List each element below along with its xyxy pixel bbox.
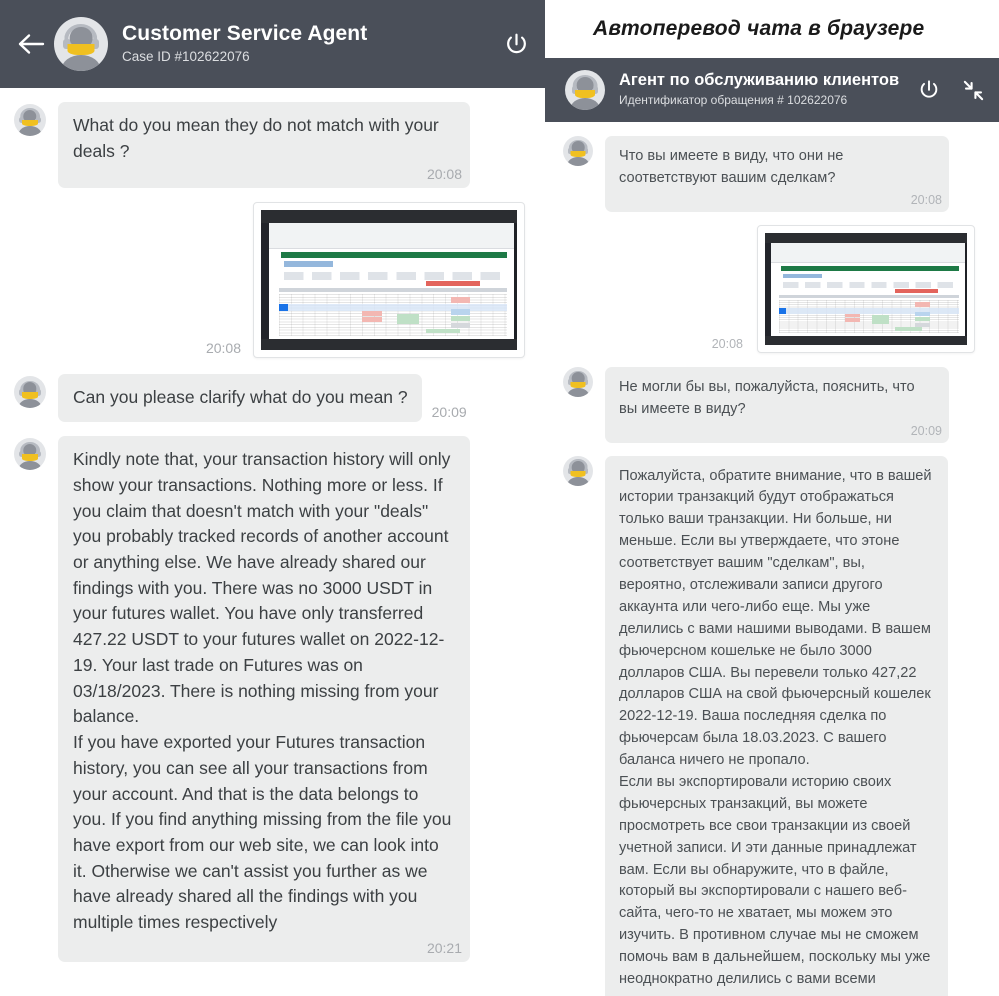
bubble-wrapper: Пожалуйста, обратите внимание, что в ваш… (605, 455, 987, 996)
avatar-body (567, 476, 589, 486)
message-row: Не могли бы вы, пожалуйста, пояснить, чт… (545, 366, 999, 443)
message-bubble: Пожалуйста, обратите внимание, что в ваш… (605, 455, 948, 996)
avatar-body (61, 54, 101, 71)
collapse-arrows-icon[interactable] (962, 79, 985, 102)
message-row: Can you please clarify what do you mean … (0, 374, 545, 423)
message-row: Пожалуйста, обратите внимание, что в ваш… (545, 455, 999, 996)
message-timestamp: 20:08 (910, 192, 942, 207)
right-header-titles: Агент по обслуживанию клиентов Идентифик… (619, 71, 899, 108)
avatar-body (18, 398, 42, 409)
right-message-list[interactable]: Что вы имеете в виду, что они не соответ… (545, 122, 999, 996)
message-bubble: Can you please clarify what do you mean … (58, 374, 422, 423)
auto-translate-banner: Автоперевод чата в браузере (545, 0, 999, 58)
case-id-label: Идентификатор обращения # 102622076 (619, 93, 848, 108)
attachment-row: 20:08 (0, 202, 545, 359)
bubble-wrapper: What do you mean they do not match with … (58, 102, 470, 189)
avatar (563, 455, 593, 486)
case-id-label: Case ID #102622076 (122, 48, 250, 64)
message-row: What do you mean they do not match with … (0, 102, 545, 189)
avatar-body (18, 460, 42, 471)
avatar-body (570, 98, 600, 110)
message-bubble: What do you mean they do not match with … (58, 102, 470, 189)
translated-chat-panel: Автоперевод чата в браузере Агент по обс… (545, 0, 999, 996)
avatar (14, 438, 46, 471)
message-timestamp: 20:09 (910, 423, 942, 438)
page-title: Customer Service Agent (122, 21, 368, 45)
avatar (14, 376, 46, 409)
power-icon[interactable] (918, 79, 940, 101)
bubble-wrapper: Kindly note that, your transaction histo… (58, 436, 470, 962)
left-message-list[interactable]: What do you mean they do not match with … (0, 88, 545, 962)
attachment-row: 20:08 (545, 224, 999, 353)
back-arrow-icon[interactable] (14, 27, 48, 61)
bubble-wrapper: Can you please clarify what do you mean … (58, 374, 467, 423)
left-chat-header: Customer Service Agent Case ID #10262207… (0, 0, 545, 88)
avatar (563, 366, 593, 397)
message-bubble: Kindly note that, your transaction histo… (58, 436, 470, 962)
message-timestamp: 20:08 (205, 340, 241, 357)
message-bubble: Не могли бы вы, пожалуйста, пояснить, чт… (605, 366, 949, 443)
original-chat-panel: Customer Service Agent Case ID #10262207… (0, 0, 545, 996)
avatar (54, 17, 108, 71)
auto-translate-banner-label: Автоперевод чата в браузере (593, 16, 925, 40)
image-attachment[interactable] (253, 202, 525, 359)
message-row: Kindly note that, your transaction histo… (0, 436, 545, 962)
page-title: Агент по обслуживанию клиентов (619, 71, 900, 90)
bubble-wrapper: Что вы имеете в виду, что они не соответ… (605, 136, 949, 212)
bubble-wrapper: Не могли бы вы, пожалуйста, пояснить, чт… (605, 366, 949, 443)
left-header-titles: Customer Service Agent Case ID #10262207… (122, 22, 367, 66)
image-attachment[interactable] (757, 224, 975, 353)
avatar-body (567, 387, 589, 397)
avatar-body (18, 126, 42, 136)
chat-comparison-screen: Customer Service Agent Case ID #10262207… (0, 0, 999, 996)
right-chat-header: Агент по обслуживанию клиентов Идентифик… (545, 58, 999, 122)
power-icon[interactable] (504, 32, 529, 57)
headset-mic-icon (67, 44, 95, 55)
message-timestamp: 20:09 (431, 404, 467, 421)
avatar (565, 70, 605, 110)
avatar (563, 136, 593, 166)
spreadsheet-screenshot-thumbnail (765, 232, 967, 345)
spreadsheet-screenshot-thumbnail (261, 210, 517, 351)
message-bubble: Что вы имеете в виду, что они не соответ… (605, 136, 949, 212)
avatar-body (567, 157, 589, 166)
avatar (14, 104, 46, 136)
message-timestamp: 20:08 (711, 336, 743, 351)
message-row: Что вы имеете в виду, что они не соответ… (545, 136, 999, 212)
headset-mic-icon (575, 90, 595, 98)
